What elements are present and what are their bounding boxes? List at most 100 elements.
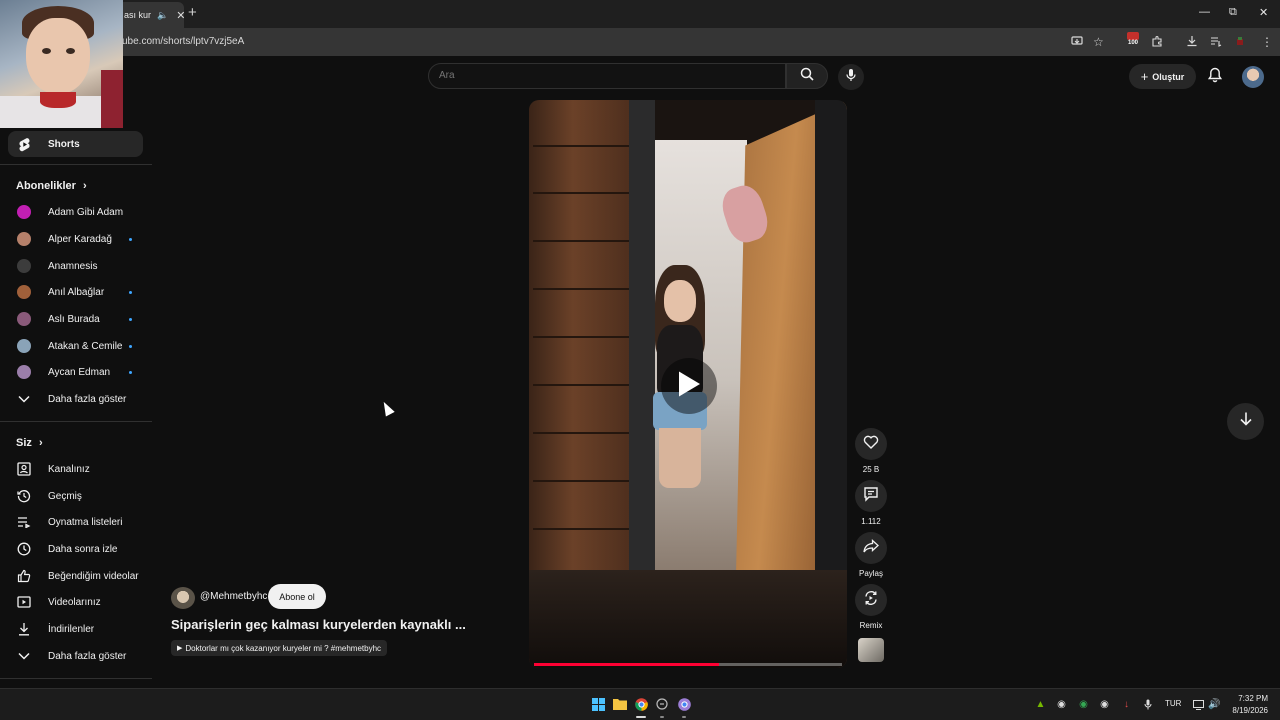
- chrome-tray-icon[interactable]: ◉: [1078, 699, 1089, 710]
- new-content-dot: [129, 370, 132, 374]
- subscriptions-heading[interactable]: Abonelikler ›: [16, 180, 87, 192]
- sidebar-subscription-4[interactable]: Aslı Burada: [8, 306, 143, 332]
- sidebar-item-playlists[interactable]: Oynatma listeleri: [8, 509, 143, 535]
- extension-badge-count: 100: [1127, 40, 1138, 46]
- share-button[interactable]: [855, 532, 887, 564]
- sidebar-item-downloads[interactable]: İndirilenler: [8, 616, 143, 642]
- network-icon[interactable]: [1193, 699, 1204, 710]
- create-button[interactable]: + Oluştur: [1129, 64, 1196, 89]
- search-input[interactable]: [439, 70, 769, 81]
- sidebar-subscription-1[interactable]: Alper Karadağ: [8, 226, 143, 252]
- channel-avatar[interactable]: [171, 587, 195, 609]
- chrome-icon[interactable]: [634, 697, 648, 711]
- app-icon[interactable]: [655, 697, 669, 711]
- browser-menu-icon[interactable]: ⋮: [1261, 35, 1273, 49]
- remix-action[interactable]: Remix: [855, 584, 887, 630]
- sidebar-subscription-2[interactable]: Anamnesis: [8, 253, 143, 279]
- sidebar-subscription-0[interactable]: Adam Gibi Adam: [8, 199, 143, 225]
- video-progress-bar[interactable]: [534, 663, 842, 666]
- sidebar-item-label: Kanalınız: [48, 463, 90, 475]
- sidebar-item-liked-videos[interactable]: Beğendiğim videolar: [8, 563, 143, 589]
- channel-handle[interactable]: @Mehmetbyhc: [200, 591, 267, 602]
- subscriptions-show-more[interactable]: Daha fazla göster: [8, 386, 143, 412]
- share-icon: [863, 538, 879, 558]
- url-field[interactable]: ube.com/shorts/lptv7vzj5eA: [122, 36, 244, 47]
- microphone-tray-icon[interactable]: [1142, 699, 1153, 710]
- file-explorer-icon[interactable]: [613, 697, 627, 711]
- extensions-puzzle-icon[interactable]: [1151, 35, 1163, 50]
- search-box[interactable]: [428, 63, 786, 89]
- bookmark-star-icon[interactable]: ☆: [1093, 35, 1104, 49]
- speaker-icon[interactable]: 🔈: [157, 10, 168, 21]
- arrow-down-icon: [1239, 411, 1253, 432]
- restore-icon[interactable]: ⧉: [1229, 6, 1237, 19]
- chrome-profile-icon[interactable]: [677, 697, 691, 711]
- sidebar-subscription-5[interactable]: Atakan & Cemile: [8, 333, 143, 359]
- subscription-name: Adam Gibi Adam: [48, 206, 124, 218]
- sidebar-subscription-6[interactable]: Aycan Edman: [8, 359, 143, 385]
- sound-thumbnail[interactable]: [858, 638, 884, 662]
- sidebar-item-your-videos[interactable]: Videolarınız: [8, 589, 143, 615]
- media-queue-icon[interactable]: [1210, 35, 1222, 50]
- related-video-chip[interactable]: ▶ Doktorlar mı çok kazanıyor kuryeler mi…: [171, 640, 388, 656]
- subscription-name: Alper Karadağ: [48, 233, 112, 245]
- remix-icon: [863, 590, 879, 611]
- heart-icon: [863, 435, 879, 454]
- notifications-button[interactable]: [1204, 66, 1226, 88]
- sidebar-item-label: Shorts: [48, 138, 80, 150]
- language-indicator[interactable]: TUR: [1165, 699, 1181, 708]
- app-tray-icon[interactable]: ◉: [1056, 699, 1067, 710]
- clock-date[interactable]: 8/19/2026: [1222, 706, 1268, 715]
- shorts-video-player[interactable]: [529, 100, 847, 668]
- close-window-icon[interactable]: ✕: [1259, 6, 1268, 19]
- voice-search-button[interactable]: [838, 64, 864, 90]
- search-button[interactable]: [786, 63, 828, 89]
- download-tray-icon[interactable]: ↓: [1121, 699, 1132, 710]
- sidebar-item-watch-later[interactable]: Daha sonra izle: [8, 536, 143, 562]
- app-indicator: [660, 716, 664, 718]
- subscribe-button[interactable]: Abone ol: [268, 584, 326, 609]
- comment-button[interactable]: [855, 480, 887, 512]
- minimize-icon[interactable]: —: [1199, 6, 1210, 18]
- download-icon: [16, 621, 32, 637]
- you-heading[interactable]: Siz ›: [16, 437, 43, 449]
- new-content-dot: [129, 317, 132, 321]
- browser-tab[interactable]: ası kur 🔈 ✕: [118, 2, 184, 28]
- new-tab-icon[interactable]: +: [188, 4, 197, 21]
- remix-button[interactable]: [855, 584, 887, 616]
- comment-action[interactable]: 1.112: [855, 480, 887, 526]
- steam-icon[interactable]: ◉: [1099, 699, 1110, 710]
- like-action[interactable]: 25 B: [855, 428, 887, 474]
- play-button[interactable]: [661, 358, 717, 414]
- close-tab-icon[interactable]: ✕: [176, 9, 184, 22]
- account-avatar[interactable]: [1242, 66, 1264, 88]
- you-show-more[interactable]: Daha fazla göster: [8, 643, 143, 669]
- next-video-button[interactable]: [1227, 403, 1264, 440]
- play-icon: ▶: [177, 645, 183, 652]
- share-action[interactable]: Paylaş: [855, 532, 887, 578]
- sidebar-item-your-channel[interactable]: Kanalınız: [8, 456, 143, 482]
- sidebar-item-shorts[interactable]: Shorts: [8, 131, 143, 157]
- like-button[interactable]: [855, 428, 887, 460]
- chevron-down-icon: [16, 648, 32, 664]
- comment-icon: [863, 486, 879, 507]
- sidebar-item-history[interactable]: Geçmiş: [8, 483, 143, 509]
- downloads-icon[interactable]: [1186, 35, 1198, 50]
- channel-avatar: [17, 205, 31, 219]
- app-indicator: [682, 716, 686, 718]
- clock-time[interactable]: 7:32 PM: [1230, 694, 1268, 703]
- subscription-name: Atakan & Cemile: [48, 340, 123, 352]
- profile-extension-icon[interactable]: [1234, 35, 1246, 50]
- extension-badge[interactable]: 100: [1125, 32, 1141, 50]
- channel-avatar: [17, 259, 31, 273]
- subscription-name: Aslı Burada: [48, 313, 100, 325]
- sidebar-item-label: Oynatma listeleri: [48, 516, 123, 528]
- volume-icon[interactable]: 🔊: [1208, 699, 1220, 710]
- channel-avatar: [17, 339, 31, 353]
- start-icon[interactable]: [591, 697, 605, 711]
- nvidia-icon[interactable]: ▲: [1035, 699, 1046, 710]
- comment-count: 1.112: [861, 517, 881, 526]
- sidebar-subscription-3[interactable]: Anıl Albağlar: [8, 279, 143, 305]
- install-app-icon[interactable]: [1071, 35, 1083, 50]
- video-title[interactable]: Siparişlerin geç kalması kuryelerden kay…: [171, 617, 466, 632]
